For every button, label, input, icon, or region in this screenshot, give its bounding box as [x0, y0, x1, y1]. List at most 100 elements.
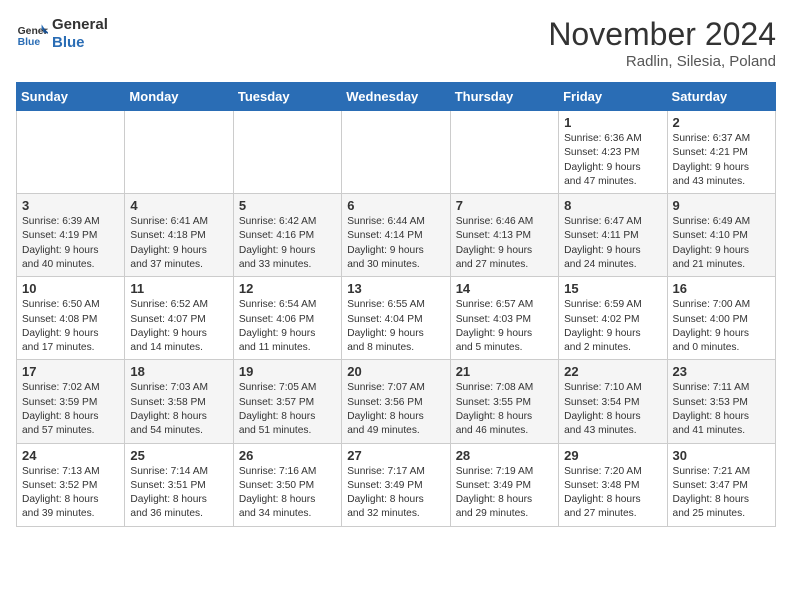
calendar-cell: 21Sunrise: 7:08 AM Sunset: 3:55 PM Dayli…: [450, 360, 558, 443]
calendar-cell: 10Sunrise: 6:50 AM Sunset: 4:08 PM Dayli…: [17, 277, 125, 360]
day-info: Sunrise: 7:08 AM Sunset: 3:55 PM Dayligh…: [456, 381, 553, 438]
calendar-cell: 5Sunrise: 6:42 AM Sunset: 4:16 PM Daylig…: [233, 194, 341, 277]
calendar-cell: 26 Sunrise: 7:16 AM Sunset: 3:50 PM Dayli…: [233, 443, 341, 526]
calendar-cell: 20Sunrise: 7:07 AM Sunset: 3:56 PM Dayli…: [342, 360, 450, 443]
calendar-cell: 25 Sunrise: 7:14 AM Sunset: 3:51 PM Dayli…: [125, 443, 233, 526]
week-row-4: 17 Sunrise: 7:02 AM Sunset: 3:59 PM Dayli…: [17, 360, 776, 443]
header-thursday: Thursday: [450, 83, 558, 111]
day-number: 15: [564, 281, 661, 296]
header-wednesday: Wednesday: [342, 83, 450, 111]
day-info: Sunrise: 6:39 AM Sunset: 4:19 PM Dayligh…: [22, 215, 119, 272]
day-number: 10: [22, 281, 119, 296]
day-number: 9: [673, 198, 770, 213]
day-number: 29: [564, 448, 661, 463]
day-info: Sunrise: 7:02 AM Sunset: 3:59 PM Dayligh…: [22, 381, 119, 438]
calendar-cell: 16Sunrise: 7:00 AM Sunset: 4:00 PM Dayli…: [667, 277, 775, 360]
day-number: 8: [564, 198, 661, 213]
calendar-cell: 9 Sunrise: 6:49 AM Sunset: 4:10 PM Daylig…: [667, 194, 775, 277]
month-title: November 2024: [548, 16, 776, 53]
calendar-cell: 27Sunrise: 7:17 AM Sunset: 3:49 PM Dayli…: [342, 443, 450, 526]
day-info: Sunrise: 7:05 AM Sunset: 3:57 PM Dayligh…: [239, 381, 336, 438]
calendar-cell: 12 Sunrise: 6:54 AM Sunset: 4:06 PM Dayli…: [233, 277, 341, 360]
calendar-cell: [342, 111, 450, 194]
calendar-cell: 28Sunrise: 7:19 AM Sunset: 3:49 PM Dayli…: [450, 443, 558, 526]
day-info: Sunrise: 6:54 AM Sunset: 4:06 PM Dayligh…: [239, 298, 336, 355]
calendar-cell: 22Sunrise: 7:10 AM Sunset: 3:54 PM Dayli…: [559, 360, 667, 443]
day-number: 23: [673, 364, 770, 379]
header-tuesday: Tuesday: [233, 83, 341, 111]
day-number: 3: [22, 198, 119, 213]
calendar-cell: 29 Sunrise: 7:20 AM Sunset: 3:48 PM Dayli…: [559, 443, 667, 526]
location-subtitle: Radlin, Silesia, Poland: [548, 53, 776, 70]
calendar-cell: 17 Sunrise: 7:02 AM Sunset: 3:59 PM Dayli…: [17, 360, 125, 443]
day-info: Sunrise: 6:44 AM Sunset: 4:14 PM Dayligh…: [347, 215, 444, 272]
day-info: Sunrise: 7:00 AM Sunset: 4:00 PM Dayligh…: [673, 298, 770, 355]
day-info: Sunrise: 7:21 AM Sunset: 3:47 PM Dayligh…: [673, 465, 770, 522]
calendar-cell: 13 Sunrise: 6:55 AM Sunset: 4:04 PM Dayli…: [342, 277, 450, 360]
day-number: 26: [239, 448, 336, 463]
day-number: 2: [673, 115, 770, 130]
day-info: Sunrise: 6:36 AM Sunset: 4:23 PM Dayligh…: [564, 132, 661, 189]
calendar-cell: 30Sunrise: 7:21 AM Sunset: 3:47 PM Dayli…: [667, 443, 775, 526]
day-info: Sunrise: 7:07 AM Sunset: 3:56 PM Dayligh…: [347, 381, 444, 438]
day-number: 24: [22, 448, 119, 463]
day-number: 14: [456, 281, 553, 296]
day-number: 18: [130, 364, 227, 379]
calendar-cell: 19 Sunrise: 7:05 AM Sunset: 3:57 PM Dayli…: [233, 360, 341, 443]
calendar-cell: 2 Sunrise: 6:37 AM Sunset: 4:21 PM Daylig…: [667, 111, 775, 194]
calendar-table: SundayMondayTuesdayWednesdayThursdayFrid…: [16, 82, 776, 527]
day-info: Sunrise: 6:47 AM Sunset: 4:11 PM Dayligh…: [564, 215, 661, 272]
calendar-header-row: SundayMondayTuesdayWednesdayThursdayFrid…: [17, 83, 776, 111]
day-info: Sunrise: 7:03 AM Sunset: 3:58 PM Dayligh…: [130, 381, 227, 438]
calendar-cell: 4 Sunrise: 6:41 AM Sunset: 4:18 PM Daylig…: [125, 194, 233, 277]
calendar-cell: [233, 111, 341, 194]
day-info: Sunrise: 6:57 AM Sunset: 4:03 PM Dayligh…: [456, 298, 553, 355]
calendar-cell: 3 Sunrise: 6:39 AM Sunset: 4:19 PM Daylig…: [17, 194, 125, 277]
svg-text:Blue: Blue: [18, 37, 41, 48]
day-number: 4: [130, 198, 227, 213]
week-row-1: 1Sunrise: 6:36 AM Sunset: 4:23 PM Daylig…: [17, 111, 776, 194]
calendar-cell: 14 Sunrise: 6:57 AM Sunset: 4:03 PM Dayli…: [450, 277, 558, 360]
day-number: 12: [239, 281, 336, 296]
calendar-cell: [450, 111, 558, 194]
calendar-cell: 7 Sunrise: 6:46 AM Sunset: 4:13 PM Daylig…: [450, 194, 558, 277]
week-row-5: 24 Sunrise: 7:13 AM Sunset: 3:52 PM Dayli…: [17, 443, 776, 526]
calendar-cell: 18 Sunrise: 7:03 AM Sunset: 3:58 PM Dayli…: [125, 360, 233, 443]
calendar-cell: [125, 111, 233, 194]
calendar-cell: 6 Sunrise: 6:44 AM Sunset: 4:14 PM Daylig…: [342, 194, 450, 277]
day-number: 7: [456, 198, 553, 213]
day-number: 19: [239, 364, 336, 379]
day-info: Sunrise: 6:55 AM Sunset: 4:04 PM Dayligh…: [347, 298, 444, 355]
day-info: Sunrise: 7:13 AM Sunset: 3:52 PM Dayligh…: [22, 465, 119, 522]
day-number: 25: [130, 448, 227, 463]
day-info: Sunrise: 6:37 AM Sunset: 4:21 PM Dayligh…: [673, 132, 770, 189]
day-info: Sunrise: 6:59 AM Sunset: 4:02 PM Dayligh…: [564, 298, 661, 355]
calendar-cell: 15 Sunrise: 6:59 AM Sunset: 4:02 PM Dayli…: [559, 277, 667, 360]
header-monday: Monday: [125, 83, 233, 111]
day-number: 6: [347, 198, 444, 213]
header-friday: Friday: [559, 83, 667, 111]
day-info: Sunrise: 7:20 AM Sunset: 3:48 PM Dayligh…: [564, 465, 661, 522]
day-info: Sunrise: 6:41 AM Sunset: 4:18 PM Dayligh…: [130, 215, 227, 272]
logo: General Blue General Blue: [16, 16, 108, 52]
week-row-3: 10Sunrise: 6:50 AM Sunset: 4:08 PM Dayli…: [17, 277, 776, 360]
day-info: Sunrise: 6:52 AM Sunset: 4:07 PM Dayligh…: [130, 298, 227, 355]
day-number: 13: [347, 281, 444, 296]
day-number: 11: [130, 281, 227, 296]
day-info: Sunrise: 6:49 AM Sunset: 4:10 PM Dayligh…: [673, 215, 770, 272]
day-info: Sunrise: 7:11 AM Sunset: 3:53 PM Dayligh…: [673, 381, 770, 438]
day-number: 17: [22, 364, 119, 379]
calendar-cell: 8 Sunrise: 6:47 AM Sunset: 4:11 PM Daylig…: [559, 194, 667, 277]
logo-general: General: [52, 16, 108, 34]
day-info: Sunrise: 7:14 AM Sunset: 3:51 PM Dayligh…: [130, 465, 227, 522]
day-info: Sunrise: 7:16 AM Sunset: 3:50 PM Dayligh…: [239, 465, 336, 522]
day-info: Sunrise: 7:10 AM Sunset: 3:54 PM Dayligh…: [564, 381, 661, 438]
week-row-2: 3 Sunrise: 6:39 AM Sunset: 4:19 PM Daylig…: [17, 194, 776, 277]
calendar-cell: [17, 111, 125, 194]
day-info: Sunrise: 6:46 AM Sunset: 4:13 PM Dayligh…: [456, 215, 553, 272]
header-sunday: Sunday: [17, 83, 125, 111]
day-info: Sunrise: 7:17 AM Sunset: 3:49 PM Dayligh…: [347, 465, 444, 522]
calendar-cell: 1Sunrise: 6:36 AM Sunset: 4:23 PM Daylig…: [559, 111, 667, 194]
day-number: 5: [239, 198, 336, 213]
logo-blue: Blue: [52, 34, 108, 52]
